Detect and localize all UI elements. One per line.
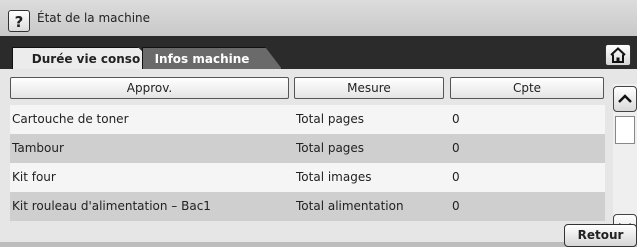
home-icon bbox=[610, 47, 626, 63]
cell-cpte: 0 bbox=[452, 199, 460, 213]
cell-cpte: 0 bbox=[452, 141, 460, 155]
scroll-up-button[interactable] bbox=[613, 86, 637, 112]
cell-approv: Tambour bbox=[12, 141, 64, 155]
tab-duree-vie-conso[interactable]: Durée vie conso bbox=[12, 47, 160, 69]
column-header-cpte[interactable]: Cpte bbox=[450, 77, 604, 99]
help-button[interactable]: ? bbox=[8, 10, 30, 32]
column-header-approv[interactable]: Approv. bbox=[10, 77, 289, 99]
retour-button[interactable]: Retour bbox=[564, 224, 637, 247]
table-row[interactable]: Kit rouleau d'alimentation – Bac1 Total … bbox=[10, 192, 605, 221]
home-button[interactable] bbox=[605, 44, 631, 66]
cell-mesure: Total alimentation bbox=[296, 199, 404, 213]
tab-infos-machine[interactable]: Infos machine bbox=[142, 47, 282, 69]
bottom-bar bbox=[0, 242, 637, 247]
cell-cpte: 0 bbox=[452, 112, 460, 126]
window-title: État de la machine bbox=[37, 11, 151, 25]
chevron-up-icon bbox=[618, 94, 632, 103]
cell-mesure: Total images bbox=[296, 170, 372, 184]
cell-cpte: 0 bbox=[452, 170, 460, 184]
cell-mesure: Total pages bbox=[296, 141, 365, 155]
scrollbar-thumb[interactable] bbox=[615, 116, 635, 144]
table-row[interactable]: Kit four Total images 0 bbox=[10, 163, 605, 192]
cell-approv: Kit four bbox=[12, 170, 56, 184]
cell-mesure: Total pages bbox=[296, 112, 365, 126]
cell-approv: Kit rouleau d'alimentation – Bac1 bbox=[12, 199, 211, 213]
table-row[interactable]: Cartouche de toner Total pages 0 bbox=[10, 105, 605, 134]
cell-approv: Cartouche de toner bbox=[12, 112, 129, 126]
column-header-mesure[interactable]: Mesure bbox=[294, 77, 444, 99]
table-row[interactable]: Tambour Total pages 0 bbox=[10, 134, 605, 163]
